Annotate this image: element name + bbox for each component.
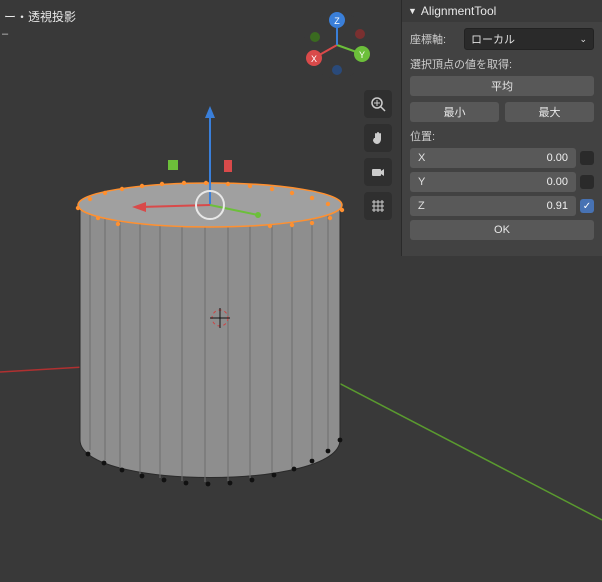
pos-y-value: 0.00 <box>547 176 568 188</box>
pos-y-label: Y <box>418 176 425 188</box>
pos-z-check[interactable]: ✓ <box>580 199 594 213</box>
camera-icon <box>370 164 386 180</box>
pos-x-field[interactable]: X 0.00 <box>410 148 576 168</box>
avg-button[interactable]: 平均 <box>410 76 594 96</box>
pos-x-check[interactable] <box>580 151 594 165</box>
viewport-tools <box>364 90 392 220</box>
axis-gizmo[interactable]: X Y Z <box>302 10 372 80</box>
panel-title: AlignmentTool <box>421 4 496 18</box>
svg-text:X: X <box>311 54 317 64</box>
grid-button[interactable] <box>364 192 392 220</box>
pos-z-field[interactable]: Z 0.91 <box>410 196 576 216</box>
panel-header[interactable]: ▼ AlignmentTool <box>402 0 602 22</box>
pos-z-label: Z <box>418 200 425 212</box>
position-label: 位置: <box>410 128 594 144</box>
hand-icon <box>370 130 386 146</box>
max-button[interactable]: 最大 <box>505 102 594 122</box>
get-selection-label: 選択頂点の値を取得: <box>410 56 594 72</box>
coord-axis-value: ローカル <box>471 31 515 47</box>
viewport-3d[interactable]: ー・透視投影 – <box>0 0 602 582</box>
pos-x-value: 0.00 <box>547 152 568 164</box>
coord-axis-label: 座標軸: <box>410 31 458 47</box>
zoom-icon <box>370 96 386 112</box>
zoom-button[interactable] <box>364 90 392 118</box>
svg-text:Y: Y <box>359 50 365 60</box>
coord-axis-select[interactable]: ローカル ⌄ <box>464 28 594 50</box>
pos-x-label: X <box>418 152 425 164</box>
pos-z-value: 0.91 <box>547 200 568 212</box>
alignment-tool-panel: ▼ AlignmentTool 座標軸: ローカル ⌄ 選択頂点の値を取得: 平… <box>401 0 602 256</box>
header-dash: – <box>2 28 8 40</box>
cursor-3d <box>210 308 230 328</box>
chevron-down-icon: ⌄ <box>579 34 587 45</box>
view-mode-label: ー・透視投影 <box>4 8 76 25</box>
ok-button[interactable]: OK <box>410 220 594 240</box>
grid-icon <box>370 198 386 214</box>
disclosure-icon: ▼ <box>408 6 417 16</box>
pos-y-check[interactable] <box>580 175 594 189</box>
svg-text:Z: Z <box>334 16 340 26</box>
camera-button[interactable] <box>364 158 392 186</box>
pos-y-field[interactable]: Y 0.00 <box>410 172 576 192</box>
min-button[interactable]: 最小 <box>410 102 499 122</box>
move-gizmo <box>132 106 261 219</box>
pan-button[interactable] <box>364 124 392 152</box>
